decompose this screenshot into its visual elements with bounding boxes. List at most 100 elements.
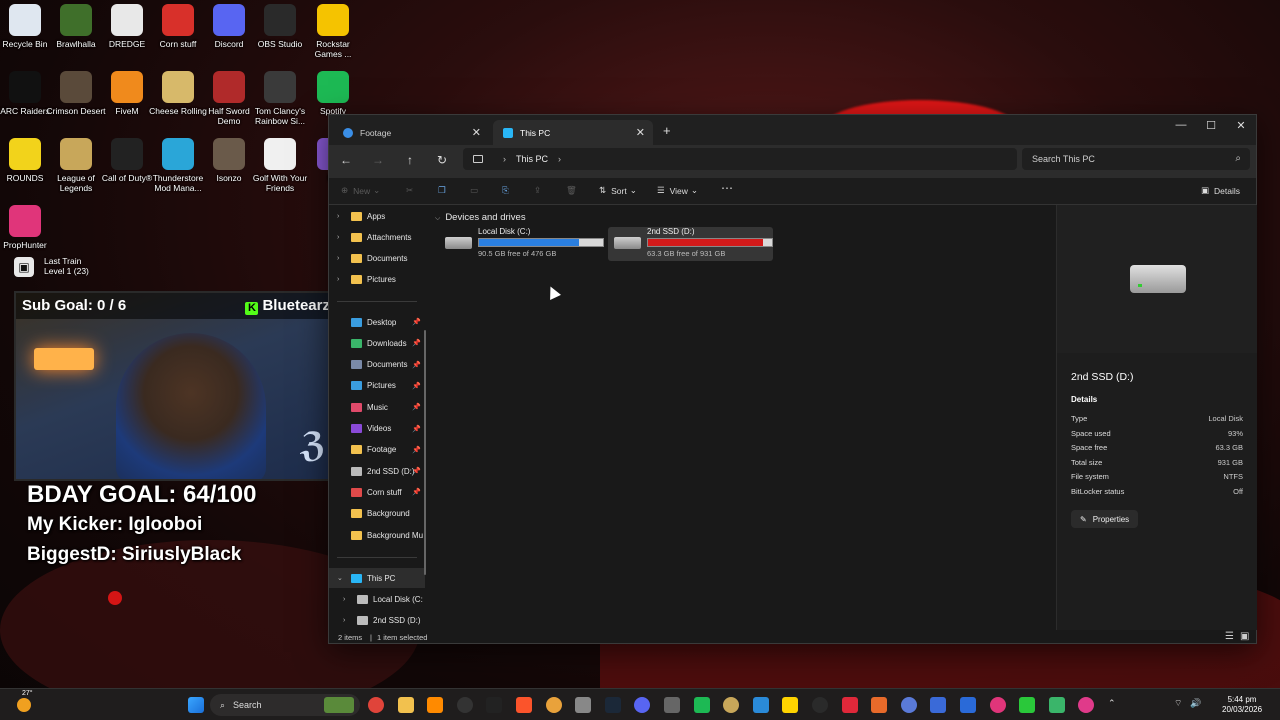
xbox-icon[interactable] <box>664 697 680 713</box>
vpn-icon[interactable] <box>900 697 917 713</box>
start-button[interactable] <box>188 697 204 713</box>
sort-button[interactable]: ⇅ Sort ⌄ <box>599 185 637 196</box>
tab-this-pc[interactable]: This PC ✕ <box>493 120 653 145</box>
chevron-right-icon[interactable]: › <box>503 154 506 164</box>
chevron-right-icon[interactable]: › <box>343 596 357 603</box>
view-button[interactable]: ☰ View ⌄ <box>657 185 698 196</box>
sidebar-item[interactable]: › Apps <box>329 206 425 226</box>
details-pane-button[interactable]: ▣ Details <box>1201 185 1240 196</box>
more-options-icon[interactable]: ⋯ <box>721 181 733 195</box>
drive-tile[interactable]: Local Disk (C:) 90.5 GB free of 476 GB <box>439 227 604 261</box>
desktop-icon[interactable]: OBS Studio <box>250 0 310 49</box>
sidebar-item[interactable]: ⌄ This PC <box>329 568 425 588</box>
desktop-icon[interactable]: Golf With Your Friends <box>250 134 310 193</box>
desktop-icon[interactable]: Tom Clancy's Rainbow Si... <box>250 67 310 126</box>
clipboard-icon[interactable] <box>545 697 562 713</box>
weather-widget[interactable]: 27° <box>14 690 34 715</box>
chat-icon[interactable] <box>1048 697 1065 713</box>
up-button[interactable]: ↑ <box>401 153 419 167</box>
delete-icon[interactable]: 🗑 <box>566 185 577 196</box>
address-bar[interactable]: › This PC › <box>463 148 1017 170</box>
sidebar-item[interactable]: Videos 📌 <box>329 419 425 439</box>
pin-icon[interactable]: 📌 <box>412 467 421 475</box>
network-icon[interactable]: ⌔ <box>1174 698 1182 709</box>
refresh-button[interactable]: ↻ <box>433 153 451 167</box>
sidebar-item[interactable]: Background Mu <box>329 525 425 545</box>
sidebar-item[interactable]: › Documents <box>329 249 425 269</box>
forward-button[interactable]: → <box>369 153 387 167</box>
details-view-icon[interactable]: ☰ <box>1225 631 1234 642</box>
sidebar-scrollbar[interactable] <box>424 330 426 575</box>
pin-icon[interactable]: 📌 <box>412 339 421 347</box>
desktop-icon[interactable]: PropHunter <box>0 201 55 250</box>
copy-icon[interactable]: ❐ <box>438 185 446 196</box>
sidebar-item[interactable]: 2nd SSD (D:) 📌 <box>329 461 425 481</box>
pin-icon[interactable]: 📌 <box>412 488 421 496</box>
chevron-down-icon[interactable]: ⌄ <box>337 574 351 582</box>
pin-icon[interactable]: 📌 <box>412 318 421 326</box>
gear-icon[interactable] <box>575 697 592 713</box>
opera-icon[interactable] <box>841 697 858 713</box>
drive-tile[interactable]: 2nd SSD (D:) 63.3 GB free of 931 GB <box>608 227 773 261</box>
faceit-icon[interactable] <box>871 697 888 713</box>
back-button[interactable]: ← <box>337 153 355 167</box>
search-input[interactable]: Search This PC ⌕ <box>1022 148 1250 170</box>
properties-button[interactable]: ✎ Properties <box>1071 510 1139 528</box>
last-train-widget[interactable]: ▣ Last Train Level 1 (23) <box>14 255 134 281</box>
notes-icon[interactable] <box>782 697 799 713</box>
share-icon[interactable]: ⇪ <box>534 185 541 196</box>
steam-icon[interactable] <box>604 697 621 713</box>
volume-icon[interactable]: 🔊 <box>1190 698 1201 709</box>
group-header[interactable]: ⌵ Devices and drives <box>435 212 526 223</box>
obs-icon[interactable] <box>456 697 473 713</box>
battle-net-icon[interactable] <box>930 697 947 713</box>
discord-icon[interactable] <box>634 697 651 713</box>
taskbar-search[interactable]: ⌕ Search <box>210 694 360 716</box>
sidebar-item[interactable]: › Attachments <box>329 227 425 247</box>
breadcrumb-this-pc[interactable]: This PC <box>516 154 548 164</box>
sidebar-item[interactable]: Music 📌 <box>329 397 425 417</box>
folder-icon[interactable] <box>397 697 414 713</box>
sidebar-item[interactable]: Downloads 📌 <box>329 333 425 353</box>
sidebar-item[interactable]: › Local Disk (C: <box>329 589 425 609</box>
chevron-up-icon[interactable]: ⌃ <box>1108 698 1116 709</box>
sidebar-item[interactable]: › 2nd SSD (D:) <box>329 610 425 630</box>
minimize-button[interactable]: — <box>1166 119 1196 131</box>
pin-icon[interactable]: 📌 <box>412 446 421 454</box>
sidebar-item[interactable]: Desktop 📌 <box>329 312 425 332</box>
maximize-button[interactable]: ☐ <box>1196 119 1226 132</box>
sidebar-item[interactable]: Footage 📌 <box>329 440 425 460</box>
desktop-icon[interactable]: Rockstar Games ... <box>303 0 363 59</box>
pin-icon[interactable]: 📌 <box>412 425 421 433</box>
cut-icon[interactable]: ✂ <box>406 185 413 196</box>
teams-icon[interactable] <box>960 697 976 713</box>
sidebar-item[interactable]: Background <box>329 504 425 524</box>
sidebar-item[interactable]: Documents 📌 <box>329 355 425 375</box>
chrome-icon[interactable] <box>368 697 384 713</box>
desktop-icon[interactable]: Spotify <box>303 67 363 116</box>
chevron-right-icon[interactable]: › <box>337 234 351 241</box>
excel-icon[interactable] <box>1078 697 1095 713</box>
tab-footage[interactable]: Footage ✕ <box>333 120 489 145</box>
sidebar-item[interactable]: › Pictures <box>329 270 425 290</box>
vlc-icon[interactable] <box>427 697 444 713</box>
new-button[interactable]: ⊕ New ⌄ <box>341 185 380 196</box>
chevron-right-icon[interactable]: › <box>337 276 351 283</box>
terminal-icon[interactable] <box>812 697 828 713</box>
brave-icon[interactable] <box>516 697 532 713</box>
pin-icon[interactable]: 📌 <box>412 382 421 390</box>
chevron-right-icon[interactable]: › <box>337 255 351 262</box>
close-window-button[interactable]: ✕ <box>1226 119 1256 132</box>
tiktok-icon[interactable] <box>989 697 1006 713</box>
epic-icon[interactable] <box>486 697 503 713</box>
overwolf-icon[interactable] <box>723 697 740 713</box>
pin-icon[interactable]: 📌 <box>412 361 421 369</box>
close-tab-icon[interactable]: ✕ <box>472 126 481 139</box>
bluestacks-icon[interactable] <box>1019 697 1036 713</box>
close-tab-icon[interactable]: ✕ <box>636 126 645 139</box>
chevron-right-icon[interactable]: › <box>558 154 561 164</box>
spotify-icon[interactable] <box>693 697 710 713</box>
pin-icon[interactable]: 📌 <box>412 403 421 411</box>
photos-icon[interactable] <box>752 697 769 713</box>
paste-icon[interactable]: ▭ <box>470 185 478 196</box>
